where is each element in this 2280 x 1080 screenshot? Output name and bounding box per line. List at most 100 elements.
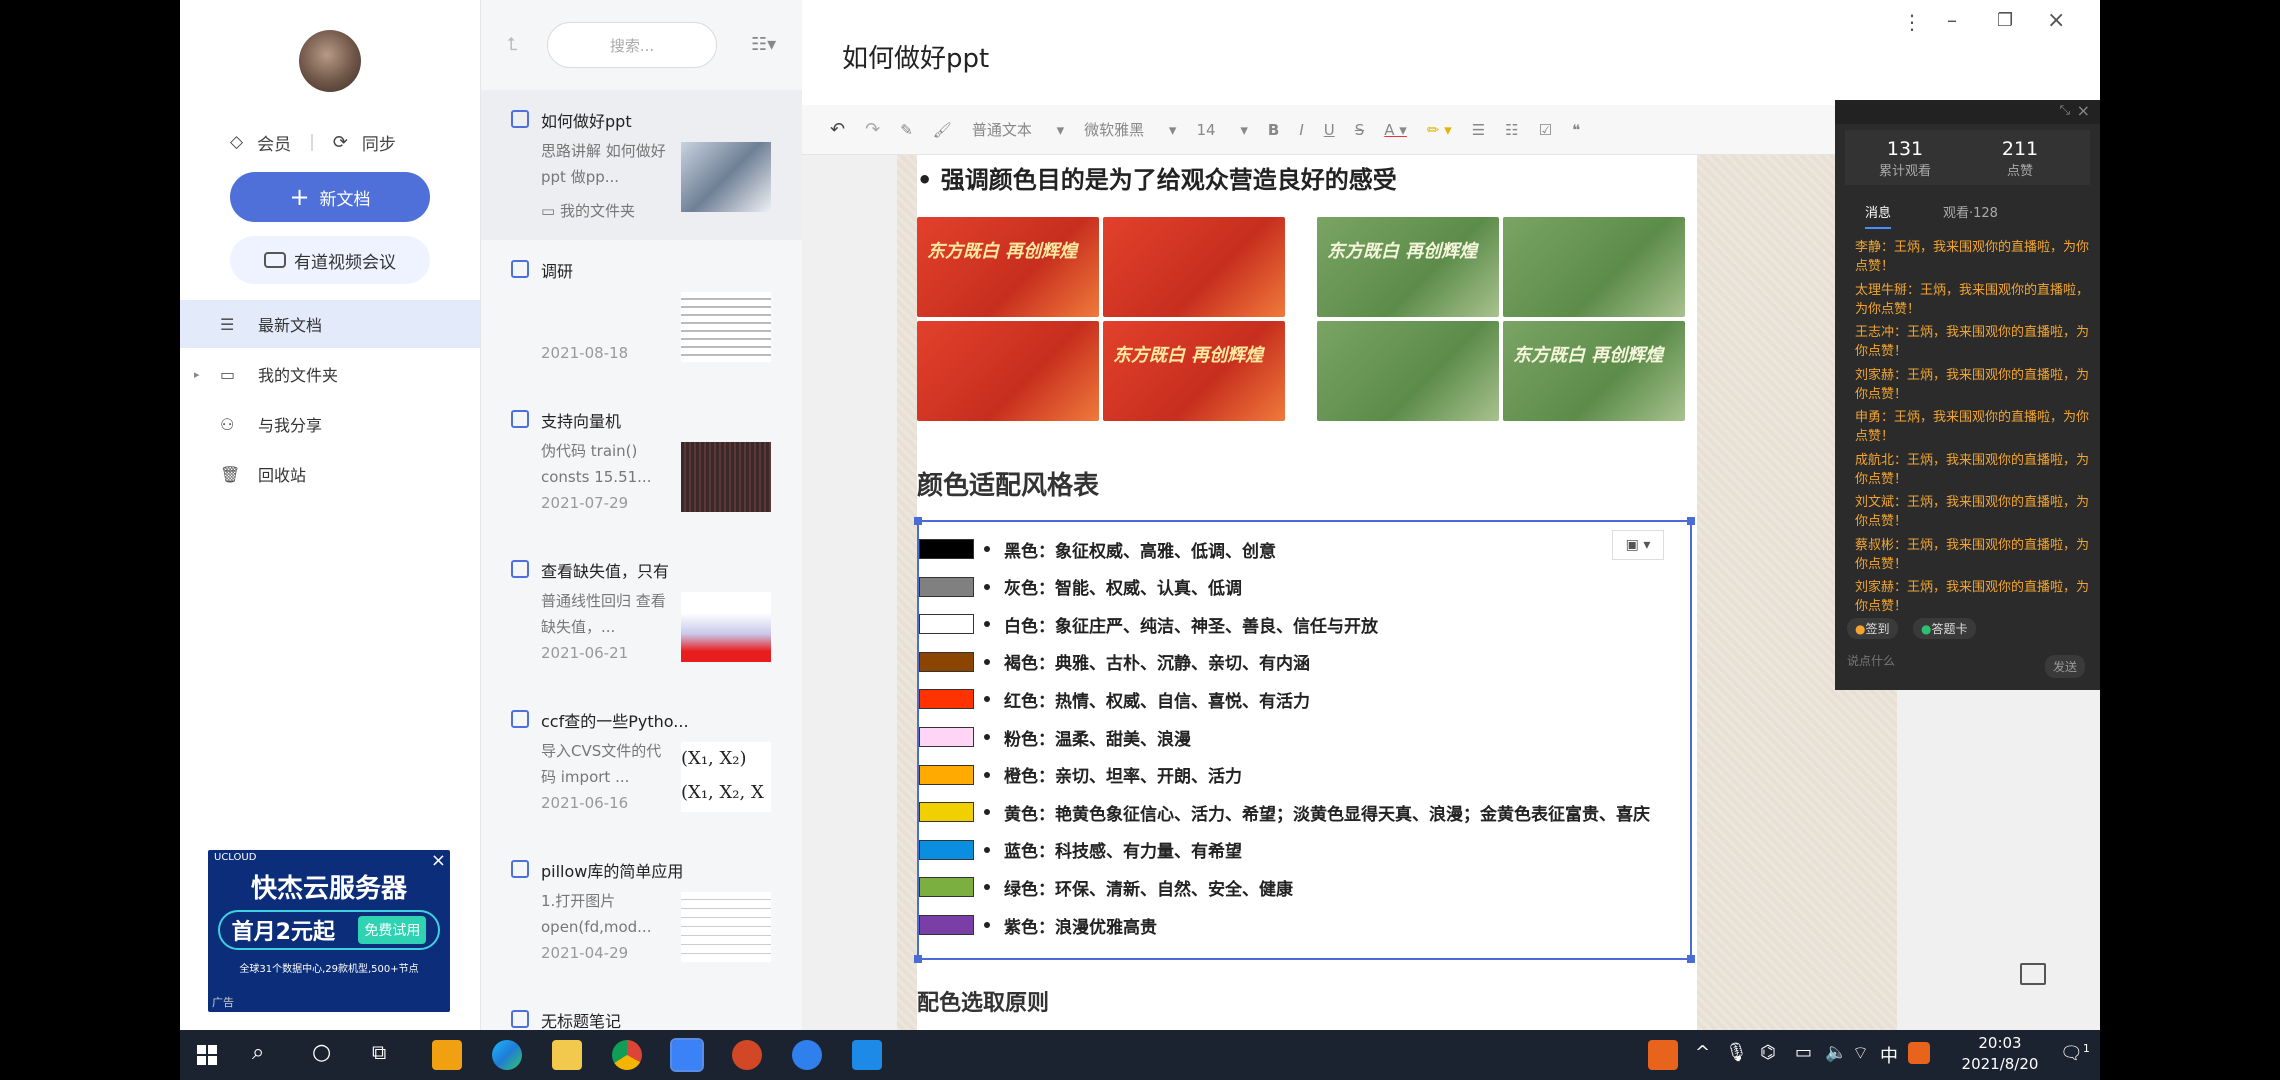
highlight-icon[interactable]: ✏ ▾: [1427, 121, 1452, 139]
chat-input[interactable]: 说点什么: [1847, 652, 2027, 678]
list-view-icon[interactable]: ☷▾: [751, 34, 776, 55]
note-thumbnail: (X₁, X₂) (X₁, X₂, X: [681, 742, 771, 812]
list-item[interactable]: 支持向量机 伪代码 train() consts 15.51... 2021-0…: [481, 390, 803, 540]
network-icon[interactable]: ⌬: [1760, 1042, 1776, 1063]
signin-button[interactable]: ●签到: [1847, 618, 1898, 639]
video-meeting-button[interactable]: 有道视频会议: [230, 236, 430, 284]
notification-icon[interactable]: 🗨1: [2060, 1042, 2090, 1064]
send-button[interactable]: 发送: [2045, 655, 2086, 678]
panel-close-icon[interactable]: ×: [2077, 101, 2090, 120]
wifi-icon[interactable]: ⌔: [1852, 1042, 1869, 1065]
color-swatch: [919, 802, 974, 823]
more-icon[interactable]: ⋮: [1902, 10, 1922, 34]
color-description: 粉色：温柔、甜美、浪漫: [1004, 729, 1191, 750]
vip-sync-row: ◇ 会员 | ⟳ 同步: [230, 130, 440, 155]
ad-banner[interactable]: UCLOUD × 快杰云服务器 首月2元起 免费试用 全球31个数据中心,29款…: [208, 850, 450, 1012]
sync-button[interactable]: 同步: [362, 130, 396, 155]
undo-icon[interactable]: ↶: [830, 119, 845, 140]
numbered-list-icon[interactable]: ☷: [1505, 121, 1518, 139]
close-icon[interactable]: ×: [2047, 8, 2065, 33]
color-row: 白色：象征庄严、纯洁、神圣、善良、信任与开放: [919, 607, 1378, 641]
color-row: 紫色：浪漫优雅高贵: [919, 908, 1157, 942]
signin-icon: ●: [1855, 622, 1866, 636]
list-item[interactable]: ccf查的一些Pytho... 导入CVS文件的代码 import ... 20…: [481, 690, 803, 840]
vip-link[interactable]: 会员: [257, 130, 291, 155]
quote-icon[interactable]: ❝: [1572, 121, 1580, 139]
chrome-icon[interactable]: [612, 1040, 642, 1070]
list-item[interactable]: 无标题笔记: [481, 990, 803, 1030]
powerpoint-icon[interactable]: [732, 1040, 762, 1070]
outline-toggle-icon[interactable]: [2020, 963, 2046, 985]
eraser-icon[interactable]: ✎: [900, 121, 913, 139]
tab-viewers[interactable]: 观看·128: [1943, 202, 1998, 221]
font-size-select[interactable]: 14 ▾: [1196, 121, 1247, 139]
youdao-note-icon[interactable]: [670, 1038, 704, 1072]
bullet-list-icon[interactable]: ☰: [1472, 121, 1485, 139]
minimize-icon[interactable]: –: [1947, 8, 1957, 32]
ad-cta: 免费试用: [358, 916, 427, 944]
color-swatch: [919, 764, 974, 785]
sidebar-item-shared[interactable]: ⚇ 与我分享: [180, 400, 480, 448]
font-family-select[interactable]: 微软雅黑 ▾: [1084, 119, 1176, 140]
underline-icon[interactable]: U: [1324, 121, 1335, 139]
list-item[interactable]: 查看缺失值，只有 普通线性回归 查看缺失值，... 2021-06-21: [481, 540, 803, 690]
clock-time: 20:03: [1978, 1034, 2022, 1052]
resize-handle[interactable]: [1687, 517, 1695, 525]
shrink-icon[interactable]: ⤡: [2060, 103, 2070, 118]
list-item[interactable]: pillow库的简单应用 1.打开图片 open(fd,mod... 2021-…: [481, 840, 803, 990]
search-icon[interactable]: ⌕: [252, 1040, 282, 1070]
explorer-icon[interactable]: [552, 1040, 582, 1070]
feishu-icon[interactable]: [792, 1040, 822, 1070]
task-view-icon[interactable]: ⧉: [372, 1040, 402, 1070]
store-icon[interactable]: [432, 1040, 462, 1070]
bold-icon[interactable]: B: [1268, 121, 1279, 139]
edge-icon[interactable]: [492, 1040, 522, 1070]
resize-handle[interactable]: [1687, 955, 1695, 963]
bullet-dot: [984, 846, 990, 853]
cortana-icon[interactable]: ○: [312, 1040, 342, 1070]
image-options-button[interactable]: ▣ ▾: [1612, 530, 1664, 560]
meeting-app-icon[interactable]: [852, 1040, 882, 1070]
italic-icon[interactable]: I: [1299, 121, 1303, 139]
volume-icon[interactable]: 🔈: [1825, 1042, 1847, 1063]
color-row: 红色：热情、权威、自信、喜悦、有活力: [919, 682, 1310, 716]
color-description: 绿色：环保、清新、自然、安全、健康: [1004, 879, 1293, 900]
resize-handle[interactable]: [914, 517, 922, 525]
restore-icon[interactable]: ❐: [1997, 10, 2013, 31]
doc-title[interactable]: 如何做好ppt: [842, 38, 989, 75]
font-color-icon[interactable]: A ▾: [1384, 121, 1407, 139]
list-item[interactable]: 如何做好ppt 思路讲解 如何做好ppt 做pp... ▭ 我的文件夹: [481, 90, 803, 240]
sidebar-item-my-folder[interactable]: ▸ ▭ 我的文件夹: [180, 350, 480, 398]
color-description: 黄色：艳黄色象征信心、活力、希望；淡黄色显得天真、浪漫；金黄色表征富贵、喜庆: [1004, 804, 1650, 825]
tray-expand-icon[interactable]: ^: [1695, 1042, 1710, 1063]
section-heading: 颜色适配风格表: [917, 471, 1100, 501]
resize-handle[interactable]: [914, 955, 922, 963]
battery-icon[interactable]: ▭: [1795, 1042, 1812, 1063]
ime-lang[interactable]: 中: [1880, 1042, 1898, 1068]
new-document-button[interactable]: + 新文档: [230, 172, 430, 222]
sogou-ime-icon[interactable]: [1908, 1042, 1930, 1064]
sidebar-item-trash[interactable]: 🗑 回收站: [180, 450, 480, 498]
paragraph-style-select[interactable]: 普通文本 ▾: [972, 119, 1064, 140]
avatar[interactable]: [299, 30, 361, 92]
clock[interactable]: 20:03 2021/8/20: [1955, 1033, 2045, 1075]
tray-app-icon[interactable]: [1648, 1040, 1678, 1070]
microphone-icon[interactable]: 🎙: [1725, 1042, 1748, 1063]
notification-count: 1: [2082, 1042, 2090, 1055]
format-painter-icon[interactable]: 🖌: [933, 121, 952, 139]
list-item[interactable]: 调研 2021-08-18: [481, 240, 803, 390]
sync-icon: ⟳: [332, 131, 348, 153]
sidebar-item-recent[interactable]: ☰ 最新文档: [180, 300, 480, 348]
color-table-image[interactable]: ▣ ▾ 黑色：象征权威、高雅、低调、创意 灰色：智能、权威、认真、低调 白色：象征庄…: [914, 517, 1695, 963]
sort-back-icon[interactable]: ⮤: [507, 34, 518, 55]
strikethrough-icon[interactable]: S: [1355, 121, 1365, 139]
bullet-dot: [984, 809, 990, 816]
answer-card-button[interactable]: ●答题卡: [1913, 618, 1976, 639]
redo-icon[interactable]: ↷: [865, 119, 880, 140]
windows-start-icon[interactable]: [192, 1040, 222, 1070]
signin-label: 签到: [1865, 622, 1890, 636]
tab-messages[interactable]: 消息: [1865, 202, 1892, 229]
document-page: • 强调颜色目的是为了给观众营造良好的感受 东方既白 再创辉煌 东方既白 再创辉…: [914, 155, 1697, 1030]
search-input[interactable]: 搜索...: [547, 22, 717, 68]
checkbox-list-icon[interactable]: ☑: [1539, 121, 1552, 139]
